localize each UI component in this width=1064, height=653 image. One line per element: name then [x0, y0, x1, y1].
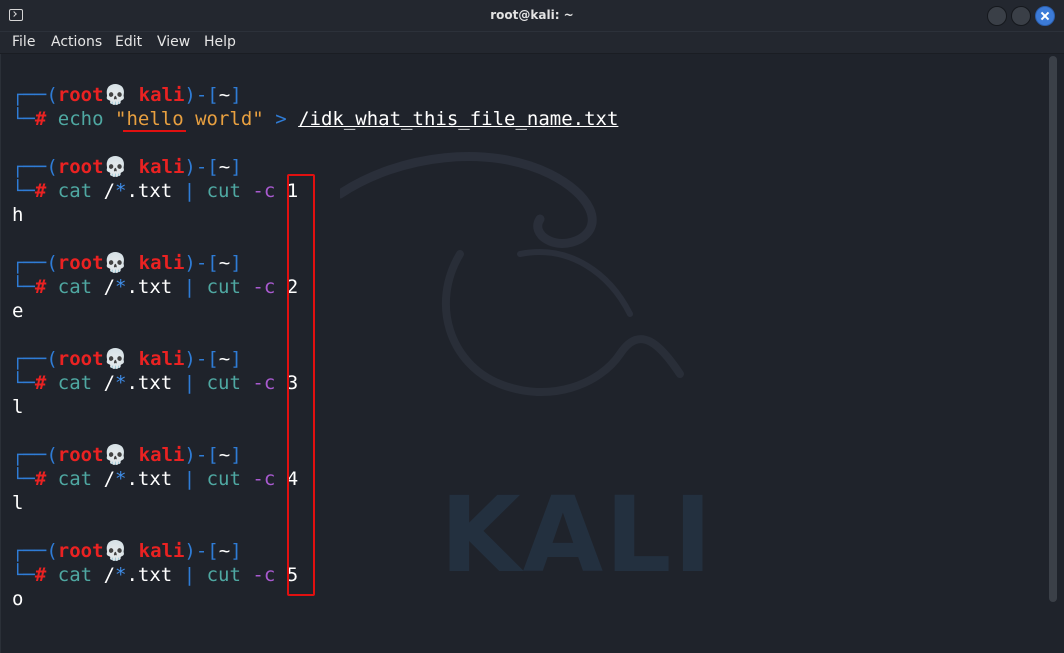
command-output: o — [12, 588, 24, 610]
prompt-hash: # — [34, 108, 47, 130]
prompt-frame: └─ — [12, 108, 35, 130]
terminal-output[interactable]: KALI ┌──(root💀 kali)-[~] └─# echo "hello… — [0, 54, 1064, 653]
menu-help[interactable]: Help — [204, 34, 236, 50]
window-titlebar[interactable]: root@kali: ~ — [0, 0, 1064, 32]
prompt-line-top: ┌──(root💀 kali)-[~] — [12, 83, 242, 107]
command-line: └─# cat /*.txt | cut -c 1 — [12, 180, 299, 202]
skull-icon: 💀 — [103, 84, 128, 106]
prompt-line-top: ┌──(root💀 kali)-[~] — [12, 444, 242, 466]
menu-view[interactable]: View — [157, 34, 190, 50]
kali-watermark-text: KALI — [440, 474, 715, 596]
file-path: /idk_what_this_file_name.txt — [298, 108, 619, 130]
menu-file[interactable]: File — [12, 34, 35, 50]
command-name: echo — [57, 108, 104, 130]
prompt-frame: ┌──( — [12, 84, 58, 106]
prompt-line-top: ┌──(root💀 kali)-[~] — [12, 252, 242, 274]
prompt-frame: )-[ — [184, 84, 219, 106]
kali-dragon-watermark-icon — [340, 152, 684, 396]
index-highlight-box — [287, 174, 315, 596]
menu-edit[interactable]: Edit — [115, 34, 142, 50]
menu-actions[interactable]: Actions — [51, 34, 102, 50]
command-line: └─# cat /*.txt | cut -c 5 — [12, 564, 299, 586]
string-quote: " — [115, 108, 127, 130]
window-title: root@kali: ~ — [490, 8, 574, 22]
prompt-dir: ~ — [218, 84, 231, 106]
minimize-button[interactable] — [987, 6, 1007, 26]
redirect-operator: > — [275, 108, 287, 130]
menu-bar: File Actions Edit View Help — [0, 32, 1064, 54]
prompt-frame: ] — [230, 84, 242, 106]
prompt-line-top: ┌──(root💀 kali)-[~] — [12, 348, 242, 370]
command-line: └─# cat /*.txt | cut -c 2 — [12, 276, 299, 298]
string-hello: hello — [126, 108, 184, 130]
skull-icon: 💀 — [103, 348, 128, 370]
command-line: └─# cat /*.txt | cut -c 3 — [12, 372, 299, 394]
string-world: world" — [183, 108, 264, 130]
maximize-button[interactable] — [1011, 6, 1031, 26]
scrollbar[interactable] — [1049, 56, 1057, 602]
hello-underline-annotation — [123, 130, 186, 132]
prompt-user: root — [57, 84, 104, 106]
command-line: └─# echo "hello world" > /idk_what_this_… — [12, 107, 618, 131]
command-output: e — [12, 300, 24, 322]
prompt-host: kali — [138, 84, 185, 106]
prompt-line-top: ┌──(root💀 kali)-[~] — [12, 540, 242, 562]
skull-icon: 💀 — [103, 156, 128, 178]
command-output: h — [12, 204, 24, 226]
command-output: l — [12, 396, 24, 418]
skull-icon: 💀 — [103, 444, 128, 466]
skull-icon: 💀 — [103, 252, 128, 274]
command-output: l — [12, 492, 24, 514]
skull-icon: 💀 — [103, 540, 128, 562]
close-button[interactable] — [1035, 6, 1055, 26]
prompt-line-top: ┌──(root💀 kali)-[~] — [12, 156, 242, 178]
command-line: └─# cat /*.txt | cut -c 4 — [12, 468, 299, 490]
